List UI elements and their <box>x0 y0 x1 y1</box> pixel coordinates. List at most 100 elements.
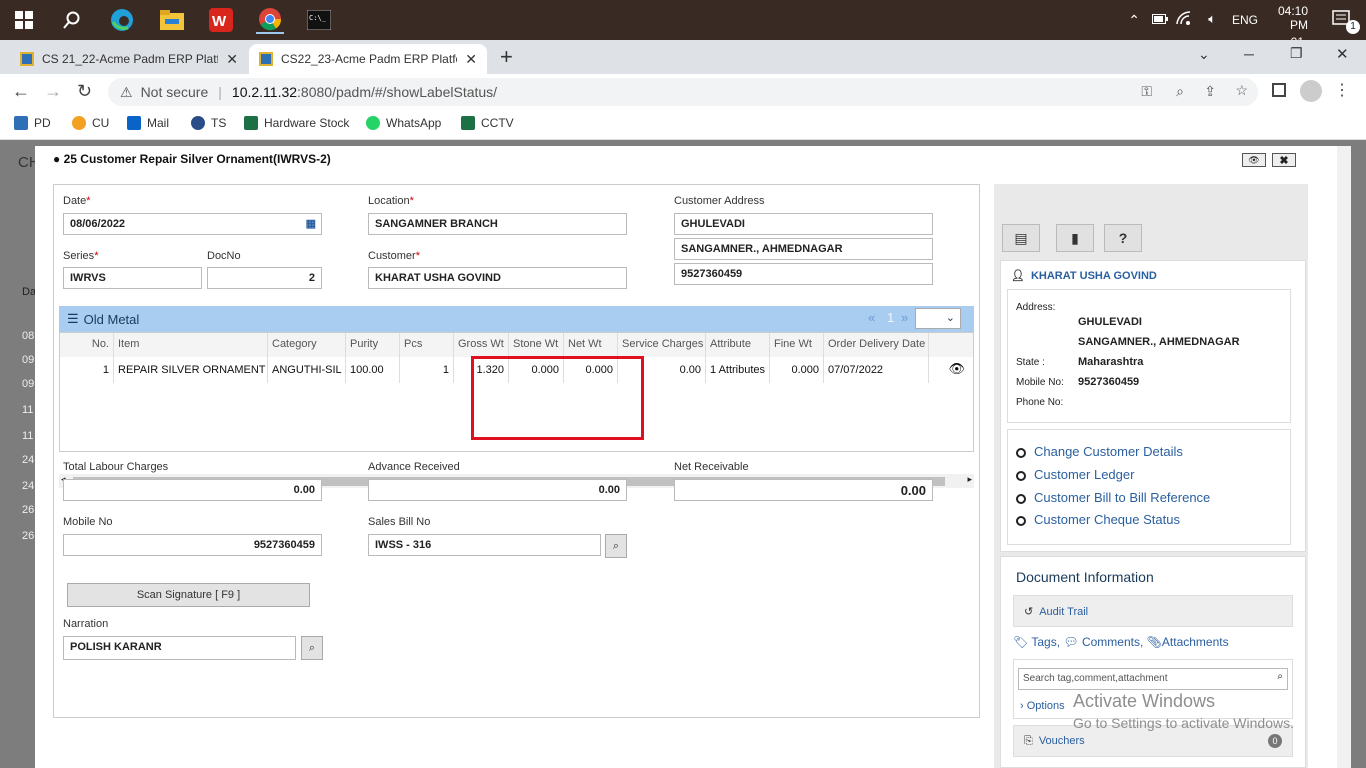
reload-icon[interactable]: ↻ <box>77 81 92 102</box>
file-explorer-icon[interactable] <box>158 6 186 34</box>
col-stone-wt[interactable]: Stone Wt <box>509 333 564 357</box>
help-icon[interactable]: ? <box>1104 224 1142 252</box>
edge-icon[interactable] <box>108 6 136 34</box>
bookmark-star-icon[interactable]: ☆ <box>1235 82 1248 99</box>
close-tab-icon[interactable]: ✕ <box>226 51 238 68</box>
bookmark-whatsapp[interactable]: WhatsApp <box>366 116 441 130</box>
wifi-icon[interactable] <box>1176 11 1192 28</box>
sales-bill-no-field[interactable]: IWSS - 316 <box>368 534 601 556</box>
narration-field[interactable]: POLISH KARANR <box>63 636 296 660</box>
total-labour-field[interactable]: 0.00 <box>63 479 322 501</box>
advance-received-field[interactable]: 0.00 <box>368 479 627 501</box>
close-tab-icon[interactable]: ✕ <box>465 51 477 68</box>
share-icon[interactable]: ⇪ <box>1204 83 1216 100</box>
wps-office-icon[interactable]: W <box>207 6 235 34</box>
cell-attribute[interactable]: 1 Attributes <box>706 357 770 383</box>
address-line-3[interactable]: 9527360459 <box>674 263 933 285</box>
narration-lookup-icon[interactable]: ⌕ <box>301 636 323 660</box>
customer-field[interactable]: KHARAT USHA GOVIND <box>368 267 627 289</box>
address-line-2[interactable]: SANGAMNER., AHMEDNAGAR <box>674 238 933 260</box>
chevron-up-icon[interactable]: ⌃ <box>1128 12 1140 29</box>
chrome-icon[interactable] <box>256 6 284 34</box>
col-no[interactable]: No. <box>60 333 114 357</box>
volume-icon[interactable]: 🔈︎ <box>1208 11 1216 27</box>
bookmark-mail[interactable]: Mail <box>127 116 169 130</box>
col-pcs[interactable]: Pcs <box>400 333 454 357</box>
customer-bill-reference-link[interactable]: Customer Bill to Bill Reference <box>1016 490 1210 505</box>
col-attribute[interactable]: Attribute <box>706 333 770 357</box>
col-net-wt[interactable]: Net Wt <box>564 333 618 357</box>
col-category[interactable]: Category <box>268 333 346 357</box>
required-mark: * <box>415 250 420 262</box>
side-panel-icon[interactable] <box>1272 83 1286 97</box>
book-icon[interactable]: ▮ <box>1056 224 1094 252</box>
pager-next[interactable]: » <box>901 310 908 325</box>
browser-tab-cs21[interactable]: CS 21_22-Acme Padm ERP Platfo ✕ <box>10 44 248 74</box>
date-field[interactable]: 08/06/2022 ▦ <box>63 213 322 235</box>
zoom-icon[interactable]: ⌕ <box>1176 83 1184 100</box>
audit-trail-item[interactable]: ↺ Audit Trail <box>1013 595 1293 627</box>
attachments-link[interactable]: Attachments <box>1162 635 1229 649</box>
change-customer-details-link[interactable]: Change Customer Details <box>1016 444 1183 459</box>
terminal-icon[interactable]: C:\_ <box>305 6 333 34</box>
minimize-window-icon[interactable]: ─ <box>1244 46 1254 62</box>
bookmark-ts[interactable]: TS <box>191 116 226 130</box>
back-icon[interactable]: ← <box>12 81 30 102</box>
series-field[interactable]: IWRVS <box>63 267 202 289</box>
restore-window-icon[interactable]: ❐ <box>1290 45 1303 62</box>
browser-tab-cs22[interactable]: CS22_23-Acme Padm ERP Platfo ✕ <box>249 44 487 74</box>
col-service-charges[interactable]: Service Charges <box>618 333 706 357</box>
modal-scrollbar[interactable] <box>1337 146 1351 768</box>
bookmark-hardware-stock[interactable]: Hardware Stock <box>244 116 349 130</box>
cell-pcs: 1 <box>400 357 454 383</box>
new-tab-button[interactable]: + <box>500 44 513 70</box>
tag-search-input[interactable]: Search tag,comment,attachment ⌕ <box>1018 668 1288 690</box>
sales-bill-lookup-icon[interactable]: ⌕ <box>605 534 627 558</box>
page-size-select[interactable]: ⌄ <box>915 308 961 329</box>
col-item[interactable]: Item <box>114 333 268 357</box>
location-field[interactable]: SANGAMNER BRANCH <box>368 213 627 235</box>
bookmark-cctv[interactable]: CCTV <box>461 116 514 130</box>
scan-signature-button[interactable]: Scan Signature [ F9 ] <box>67 583 310 607</box>
calendar-icon[interactable]: ▦ <box>306 217 316 230</box>
options-toggle[interactable]: › Options <box>1020 700 1065 712</box>
scroll-right-icon[interactable]: ▸ <box>967 474 972 485</box>
customer-cheque-status-link[interactable]: Customer Cheque Status <box>1016 512 1180 527</box>
tab-search-chevron-icon[interactable]: ⌄ <box>1198 46 1210 63</box>
details-list-icon[interactable]: ▤ <box>1002 224 1040 252</box>
customer-address-2: SANGAMNER., AHMEDNAGAR <box>1078 336 1240 348</box>
comments-link[interactable]: Comments, <box>1082 635 1143 649</box>
mobile-no-field[interactable]: 9527360459 <box>63 534 322 556</box>
close-modal-icon[interactable]: ✖ <box>1272 153 1296 167</box>
menu-kebab-icon[interactable]: ⋮ <box>1334 80 1350 100</box>
windows-start-icon[interactable] <box>10 6 38 34</box>
search-icon[interactable]: ⌕ <box>1277 671 1283 682</box>
customer-name[interactable]: 👤︎ KHARAT USHA GOVIND <box>1011 269 1157 282</box>
forward-icon[interactable]: → <box>44 81 62 102</box>
tags-link[interactable]: Tags, <box>1031 635 1060 649</box>
col-order-delivery-date[interactable]: Order Delivery Date <box>824 333 929 357</box>
profile-avatar[interactable] <box>1300 80 1322 102</box>
col-purity[interactable]: Purity <box>346 333 400 357</box>
address-bar[interactable]: ⚠ Not secure | 10.2.11.32:8080/padm/#/sh… <box>108 78 1258 106</box>
net-receivable-field[interactable]: 0.00 <box>674 479 933 501</box>
cell-fine-wt: 0.000 <box>770 357 824 383</box>
docno-field[interactable]: 2 <box>207 267 322 289</box>
language-indicator[interactable]: ENG <box>1232 13 1258 27</box>
key-icon[interactable]: ⚿ <box>1141 83 1152 100</box>
pager-page[interactable]: 1 <box>887 310 894 325</box>
col-fine-wt[interactable]: Fine Wt <box>770 333 824 357</box>
view-eye-icon[interactable]: 👁︎ <box>929 357 973 383</box>
address-line-1[interactable]: GHULEVADI <box>674 213 933 235</box>
col-gross-wt[interactable]: Gross Wt <box>454 333 509 357</box>
pager-prev[interactable]: « <box>868 310 875 325</box>
warning-icon[interactable]: ⚠ <box>120 84 133 101</box>
bookmark-pd[interactable]: PD <box>14 116 51 130</box>
eye-toggle-icon[interactable]: 👁︎ <box>1242 153 1266 167</box>
customer-name-text: KHARAT USHA GOVIND <box>1030 270 1157 282</box>
battery-icon[interactable] <box>1152 13 1168 27</box>
close-window-icon[interactable]: ✕ <box>1336 45 1349 63</box>
customer-ledger-link[interactable]: Customer Ledger <box>1016 467 1134 482</box>
search-icon[interactable] <box>58 6 86 34</box>
bookmark-cu[interactable]: CU <box>72 116 109 130</box>
